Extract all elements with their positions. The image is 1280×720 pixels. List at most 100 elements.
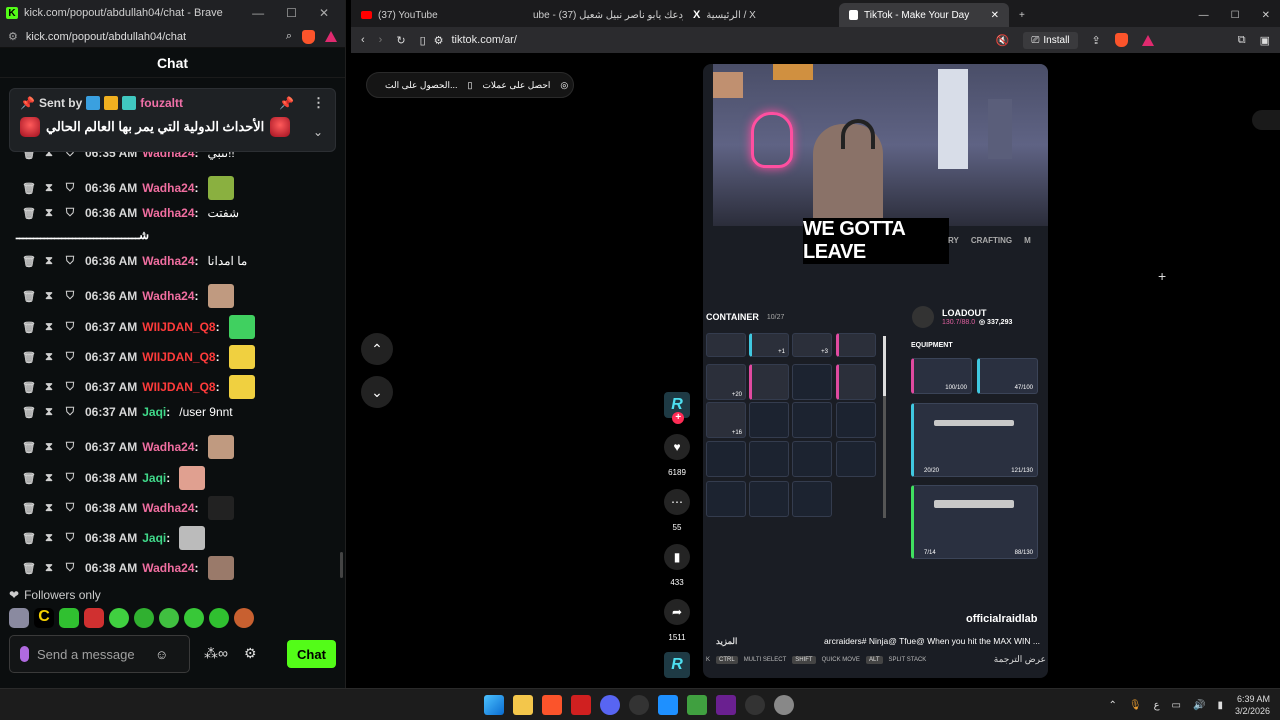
mod-shield-icon[interactable]: ⛉ (64, 562, 76, 575)
timeout-icon[interactable]: ⧗ (43, 351, 55, 364)
emote-icon[interactable] (209, 608, 229, 628)
message-username[interactable]: Wadha24 (142, 501, 194, 515)
message-username[interactable]: WIIJDAN_Q8 (142, 380, 215, 394)
mod-shield-icon[interactable]: ⛉ (64, 381, 76, 394)
timeout-icon[interactable]: ⧗ (43, 290, 55, 303)
language-indicator[interactable]: ع (1154, 700, 1160, 711)
timeout-icon[interactable]: ⧗ (43, 182, 55, 195)
brave-shields-icon[interactable] (302, 29, 315, 44)
get-coins-pill[interactable]: الحصول على الت... ▯ احصل على عملات ◎ (366, 72, 574, 98)
emote-icon[interactable] (184, 608, 204, 628)
mic-icon[interactable] (20, 646, 29, 662)
creator-avatar[interactable]: R + (664, 392, 690, 424)
battery-icon[interactable]: ▮ (1217, 700, 1223, 711)
close-tab-icon[interactable]: ✕ (991, 10, 999, 21)
address-url[interactable]: tiktok.com/ar/ (452, 34, 517, 46)
brave-icon[interactable] (542, 695, 562, 715)
delete-icon[interactable]: 🗑 (22, 562, 36, 575)
pinned-message[interactable]: 📌 Sent by fouzaltt 📌 ⋮ الأحداث الدولية ا… (9, 88, 336, 152)
message-username[interactable]: Jaqi (142, 531, 166, 545)
discord-icon[interactable] (600, 695, 620, 715)
file-explorer-icon[interactable] (513, 695, 533, 715)
previous-video-button[interactable]: ⌃ (361, 333, 393, 365)
save-action[interactable]: ▮ 433 (664, 544, 690, 587)
get-app-label[interactable]: الحصول على الت... (385, 80, 458, 91)
more-options-icon[interactable]: ⋮ (312, 95, 325, 111)
settings-icon[interactable]: ⚙ (244, 645, 257, 662)
timeout-icon[interactable]: ⧗ (43, 472, 55, 485)
chat-scrollbar[interactable] (340, 552, 343, 578)
timeout-icon[interactable]: ⧗ (43, 255, 55, 268)
clock[interactable]: 6:39 AM 3/2/2026 (1235, 693, 1270, 717)
brave-shields-icon[interactable] (1114, 33, 1128, 47)
message-username[interactable]: Jaqi (142, 471, 166, 485)
next-video-button[interactable]: ⌄ (361, 376, 393, 408)
mod-shield-icon[interactable]: ⛉ (64, 290, 76, 303)
chat-message[interactable]: 🗑 ⧗ ⛉ 06:36 AM Wadha24: (22, 284, 234, 308)
timeout-icon[interactable]: ⧗ (43, 406, 55, 419)
chat-message[interactable]: 🗑 ⧗ ⛉ 06:37 AM WIIJDAN_Q8: (22, 315, 255, 339)
chat-message[interactable]: 🗑 ⧗ ⛉ 06:37 AM Jaqi: /user 9nnt (22, 405, 233, 419)
emoji-icon[interactable]: ☺ (155, 647, 168, 662)
mod-shield-icon[interactable]: ⛉ (64, 351, 76, 364)
address-url[interactable]: kick.com/popout/abdullah04/chat (26, 31, 186, 43)
start-icon[interactable] (484, 695, 504, 715)
side-pill[interactable] (1252, 110, 1280, 130)
volume-icon[interactable]: 🔊 (1193, 700, 1205, 711)
network-icon[interactable]: ▭ (1172, 700, 1181, 711)
emote-icon[interactable] (9, 608, 29, 628)
bookmark-icon[interactable]: ▮ (664, 544, 690, 570)
timeout-icon[interactable]: ⧗ (43, 562, 55, 575)
browser-tab[interactable]: ube - تودعك يابو ناصر نبيل شعيل (37) (517, 3, 683, 27)
timeout-icon[interactable]: ⧗ (43, 441, 55, 454)
delete-icon[interactable]: 🗑 (22, 381, 36, 394)
chat-message[interactable]: 🗑 ⧗ ⛉ 06:37 AM WIIJDAN_Q8: (22, 345, 255, 369)
chat-message[interactable]: 🗑 ⧗ ⛉ 06:36 AM Wadha24: شفتت (22, 206, 239, 220)
unpin-icon[interactable]: 📌 (279, 96, 294, 110)
maximize-icon[interactable]: ☐ (286, 6, 297, 20)
mod-shield-icon[interactable]: ⛉ (64, 441, 76, 454)
mod-shield-icon[interactable]: ⛉ (64, 532, 76, 545)
delete-icon[interactable]: 🗑 (22, 321, 36, 334)
more-link[interactable]: المزيد (716, 636, 737, 647)
share-action[interactable]: ➦ 1511 (664, 599, 690, 642)
message-username[interactable]: Wadha24 (142, 254, 194, 268)
delete-icon[interactable]: 🗑 (22, 406, 36, 419)
window-controls[interactable]: — ☐ ✕ (1189, 3, 1280, 27)
address-bar[interactable]: ⚙ kick.com/popout/abdullah04/chat ⌕ (0, 26, 345, 48)
mod-shield-icon[interactable]: ⛉ (64, 182, 76, 195)
emote-icon[interactable] (234, 608, 254, 628)
chat-message[interactable]: 🗑 ⧗ ⛉ 06:38 AM Wadha24: (22, 496, 234, 520)
message-input[interactable] (37, 646, 147, 662)
pinned-username[interactable]: fouzaltt (140, 96, 183, 110)
delete-icon[interactable]: 🗑 (22, 441, 36, 454)
app-icon[interactable] (745, 695, 765, 715)
message-username[interactable]: Jaqi (142, 405, 166, 419)
brave-rewards-icon[interactable] (325, 31, 337, 42)
chevron-down-icon[interactable]: ⌄ (313, 125, 323, 139)
message-username[interactable]: Wadha24 (142, 561, 194, 575)
browser-tab[interactable]: TikTok - Make Your Day ✕ (839, 3, 1009, 27)
show-translation-link[interactable]: عرض الترجمة (994, 654, 1046, 665)
close-icon[interactable]: ✕ (1262, 10, 1270, 21)
timeout-icon[interactable]: ⧗ (43, 321, 55, 334)
browser-tab[interactable]: X الرئيسية / X (683, 3, 839, 27)
chat-message[interactable]: 🗑 ⧗ ⛉ 06:36 AM Wadha24: (22, 176, 234, 200)
comment-icon[interactable]: ⋯ (664, 489, 690, 515)
mod-shield-icon[interactable]: ⛉ (64, 207, 76, 220)
timeout-icon[interactable]: ⧗ (43, 207, 55, 220)
forward-icon[interactable]: › (379, 34, 383, 46)
delete-icon[interactable]: 🗑 (22, 207, 36, 220)
chat-message[interactable]: 🗑 ⧗ ⛉ 06:38 AM Wadha24: (22, 556, 234, 580)
site-settings-icon[interactable]: ⚙ (8, 30, 18, 43)
mod-shield-icon[interactable]: ⛉ (64, 255, 76, 268)
mod-shield-icon[interactable]: ⛉ (64, 472, 76, 485)
timeout-icon[interactable]: ⧗ (43, 381, 55, 394)
reload-icon[interactable]: ↻ (396, 34, 405, 47)
timeout-icon[interactable]: ⧗ (43, 532, 55, 545)
message-username[interactable]: Wadha24 (142, 440, 194, 454)
like-action[interactable]: ♥ 6189 (664, 434, 690, 477)
heart-icon[interactable]: ♥ (664, 434, 690, 460)
adobe-icon[interactable] (571, 695, 591, 715)
delete-icon[interactable]: 🗑 (22, 472, 36, 485)
